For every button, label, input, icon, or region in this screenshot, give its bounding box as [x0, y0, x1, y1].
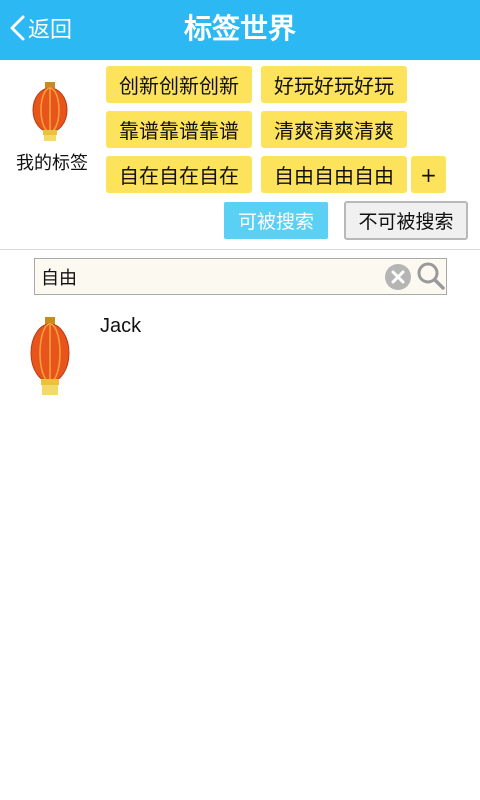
- result-name: Jack: [100, 315, 142, 337]
- search-input[interactable]: [41, 259, 371, 294]
- my-tags-label: 我的标签: [16, 153, 88, 174]
- tag-chip[interactable]: 靠谱靠谱靠谱: [106, 111, 252, 148]
- search-bar: [34, 258, 447, 295]
- page-title: 标签世界: [183, 12, 296, 45]
- tag-chip[interactable]: 创新创新创新: [106, 66, 252, 103]
- my-tags-section: 我的标签 创新创新创新 好玩好玩好玩 靠谱靠谱靠谱 清爽清爽清爽 自在自在自在 …: [0, 60, 480, 250]
- tag-chip[interactable]: 自由自由自由: [261, 156, 407, 193]
- add-tag-button[interactable]: +: [411, 156, 446, 193]
- tag-chip[interactable]: 清爽清爽清爽: [261, 111, 407, 148]
- searchable-button[interactable]: 可被搜索: [224, 202, 328, 239]
- search-icon[interactable]: [416, 261, 446, 295]
- tag-chip[interactable]: 好玩好玩好玩: [261, 66, 407, 103]
- result-list-item[interactable]: Jack: [0, 305, 480, 405]
- title-bar: 返回 标签世界: [0, 0, 480, 60]
- lantern-icon: [30, 317, 70, 401]
- unsearchable-button[interactable]: 不可被搜索: [344, 201, 468, 240]
- tag-chip[interactable]: 自在自在自在: [106, 156, 252, 193]
- lantern-icon: [30, 82, 70, 146]
- clear-icon[interactable]: [384, 263, 412, 295]
